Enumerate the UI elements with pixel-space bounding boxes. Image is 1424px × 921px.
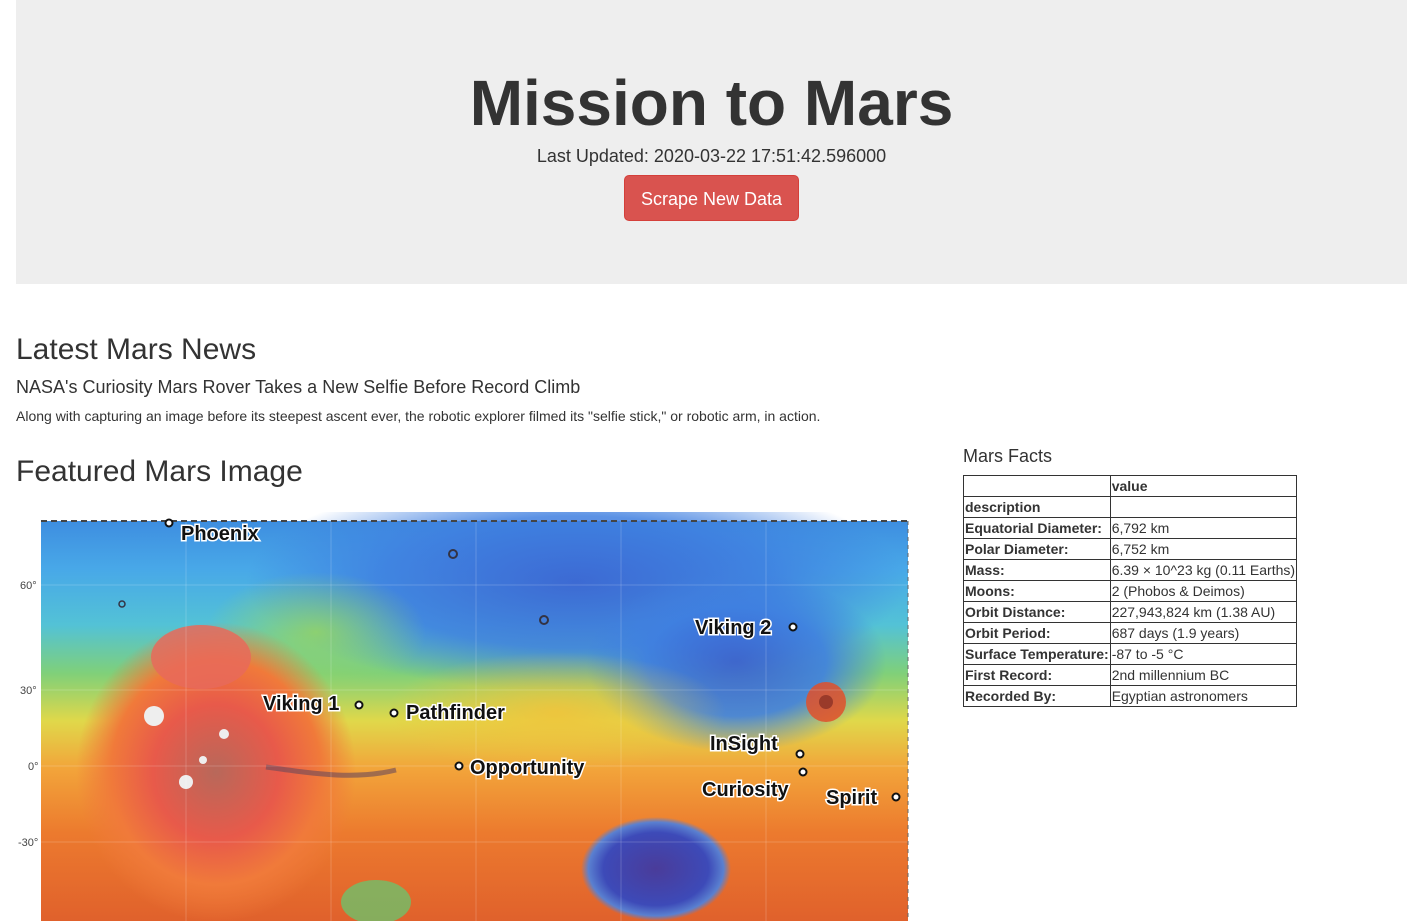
page-title: Mission to Mars bbox=[469, 67, 954, 139]
fact-label: Surface Temperature: bbox=[963, 643, 1111, 665]
spirit-marker bbox=[891, 792, 901, 802]
fact-label: Orbit Period: bbox=[963, 622, 1111, 644]
fact-label: Mass: bbox=[963, 559, 1111, 581]
fact-label: Polar Diameter: bbox=[963, 538, 1111, 560]
mars-facts-table: value description Equatorial Diameter: 6… bbox=[963, 475, 1298, 707]
fact-label: Moons: bbox=[963, 580, 1111, 602]
scrape-new-data-button[interactable]: Scrape New Data bbox=[624, 175, 799, 221]
site-label-insight: InSight bbox=[710, 733, 778, 755]
fact-label: Recorded By: bbox=[963, 685, 1111, 707]
mars-map: 60° 30° 0° -30° Phoenix Viking 2 Viking … bbox=[18, 512, 909, 921]
news-teaser: Along with capturing an image before its… bbox=[16, 408, 821, 424]
jumbotron-header: Mission to Mars Last Updated: 2020-03-22… bbox=[16, 0, 1407, 284]
table-row: Equatorial Diameter: 6,792 km bbox=[963, 517, 1298, 539]
fact-value: 2nd millennium BC bbox=[1109, 664, 1298, 686]
site-label-spirit: Spirit bbox=[826, 787, 877, 809]
news-section-title: Latest Mars News bbox=[16, 333, 257, 366]
table-row: Orbit Period: 687 days (1.9 years) bbox=[963, 622, 1298, 644]
fact-value: 687 days (1.9 years) bbox=[1109, 622, 1298, 644]
fact-label: Orbit Distance: bbox=[963, 601, 1111, 623]
site-label-pathfinder: Pathfinder bbox=[406, 702, 505, 724]
opportunity-marker bbox=[454, 761, 464, 771]
table-row: Recorded By: Egyptian astronomers bbox=[963, 685, 1298, 707]
facts-header-value: value bbox=[1109, 475, 1298, 497]
table-row: Orbit Distance: 227,943,824 km (1.38 AU) bbox=[963, 601, 1298, 623]
fact-label: First Record: bbox=[963, 664, 1111, 686]
site-label-viking-1: Viking 1 bbox=[263, 693, 339, 715]
viking-2-marker bbox=[788, 622, 798, 632]
featured-mars-image[interactable]: 60° 30° 0° -30° Phoenix Viking 2 Viking … bbox=[16, 512, 916, 921]
fact-value: 6.39 × 10^23 kg (0.11 Earths) bbox=[1109, 559, 1298, 581]
fact-value: 6,752 km bbox=[1109, 538, 1298, 560]
last-updated-text: Last Updated: 2020-03-22 17:51:42.596000 bbox=[536, 146, 887, 166]
table-row: description bbox=[963, 496, 1298, 518]
table-row: Moons: 2 (Phobos & Deimos) bbox=[963, 580, 1298, 602]
table-row: Mass: 6.39 × 10^23 kg (0.11 Earths) bbox=[963, 559, 1298, 581]
fact-value: 2 (Phobos & Deimos) bbox=[1109, 580, 1298, 602]
phoenix-marker bbox=[164, 518, 174, 528]
fact-value: 6,792 km bbox=[1109, 517, 1298, 539]
fact-value: Egyptian astronomers bbox=[1109, 685, 1298, 707]
mars-facts-title: Mars Facts bbox=[963, 446, 1053, 466]
site-label-curiosity: Curiosity bbox=[702, 779, 790, 801]
insight-marker bbox=[795, 749, 805, 759]
lat-label-60: 60° bbox=[20, 580, 37, 592]
viking-1-marker bbox=[354, 700, 364, 710]
facts-header-empty bbox=[963, 475, 1111, 497]
fact-value: 227,943,824 km (1.38 AU) bbox=[1109, 601, 1298, 623]
lat-label-30: 30° bbox=[20, 685, 37, 697]
lat-label-0: 0° bbox=[28, 761, 39, 773]
site-label-phoenix: Phoenix bbox=[181, 523, 259, 545]
fact-value: -87 to -5 °C bbox=[1109, 643, 1298, 665]
fact-label: Equatorial Diameter: bbox=[963, 517, 1111, 539]
lat-label-minus30: -30° bbox=[18, 837, 38, 849]
pathfinder-marker bbox=[389, 708, 399, 718]
table-row: First Record: 2nd millennium BC bbox=[963, 664, 1298, 686]
site-label-opportunity: Opportunity bbox=[470, 757, 585, 779]
fact-value bbox=[1109, 496, 1298, 518]
curiosity-marker bbox=[798, 767, 808, 777]
fact-label: description bbox=[963, 496, 1111, 518]
facts-header-row: value bbox=[963, 475, 1298, 497]
site-label-viking-2: Viking 2 bbox=[695, 617, 771, 639]
news-headline: NASA's Curiosity Mars Rover Takes a New … bbox=[16, 377, 581, 397]
featured-image-title: Featured Mars Image bbox=[16, 455, 303, 488]
table-row: Surface Temperature: -87 to -5 °C bbox=[963, 643, 1298, 665]
table-row: Polar Diameter: 6,752 km bbox=[963, 538, 1298, 560]
